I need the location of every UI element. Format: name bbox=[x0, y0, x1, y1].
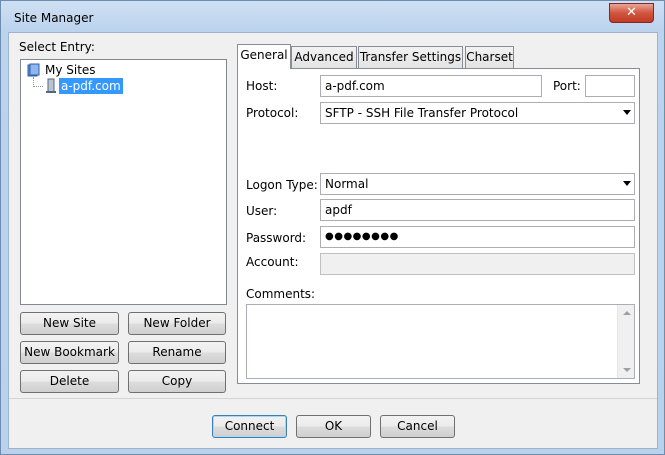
server-icon bbox=[46, 78, 56, 93]
port-label: Port: bbox=[553, 79, 581, 93]
divider bbox=[246, 159, 635, 160]
connect-button[interactable]: Connect bbox=[212, 415, 287, 438]
folder-icon bbox=[27, 63, 40, 77]
rename-button[interactable]: Rename bbox=[128, 341, 226, 364]
host-input[interactable]: a-pdf.com bbox=[320, 75, 542, 97]
copy-button[interactable]: Copy bbox=[128, 370, 226, 393]
tab-transfer-settings[interactable]: Transfer Settings bbox=[358, 46, 463, 68]
tab-charset[interactable]: Charset bbox=[465, 46, 514, 68]
window-title: Site Manager bbox=[14, 11, 94, 25]
user-input[interactable]: apdf bbox=[320, 199, 635, 221]
cancel-button[interactable]: Cancel bbox=[380, 415, 455, 438]
tree-line bbox=[33, 86, 43, 87]
tree-root-my-sites[interactable]: My Sites bbox=[45, 62, 96, 78]
user-label: User: bbox=[246, 204, 278, 218]
new-bookmark-button[interactable]: New Bookmark bbox=[20, 341, 119, 364]
tab-general[interactable]: General bbox=[237, 44, 291, 69]
account-label: Account: bbox=[246, 255, 299, 269]
tab-advanced[interactable]: Advanced bbox=[291, 46, 357, 68]
account-input bbox=[320, 253, 635, 275]
delete-button[interactable]: Delete bbox=[20, 370, 119, 393]
tree-item-a-pdf[interactable]: a-pdf.com bbox=[59, 78, 123, 94]
protocol-select[interactable]: SFTP - SSH File Transfer Protocol bbox=[320, 102, 635, 124]
password-label: Password: bbox=[246, 231, 307, 245]
chevron-down-icon bbox=[623, 110, 631, 115]
scroll-down-icon[interactable] bbox=[623, 368, 631, 372]
site-manager-window: Site Manager ✕ Select Entry: My Sites a-… bbox=[0, 0, 665, 455]
general-tab-panel: Host: a-pdf.com Port: Protocol: SFTP - S… bbox=[237, 68, 640, 384]
comments-scrollbar[interactable] bbox=[617, 305, 634, 378]
port-input[interactable] bbox=[585, 75, 635, 97]
footer-divider bbox=[9, 398, 657, 399]
comments-textarea[interactable] bbox=[246, 304, 635, 379]
ok-button[interactable]: OK bbox=[296, 415, 371, 438]
host-label: Host: bbox=[246, 79, 278, 93]
chevron-down-icon bbox=[623, 181, 631, 186]
logon-type-select[interactable]: Normal bbox=[320, 173, 635, 195]
new-folder-button[interactable]: New Folder bbox=[128, 312, 226, 335]
new-site-button[interactable]: New Site bbox=[20, 312, 119, 335]
protocol-label: Protocol: bbox=[246, 106, 299, 120]
protocol-select-value: SFTP - SSH File Transfer Protocol bbox=[325, 106, 519, 120]
close-icon: ✕ bbox=[626, 5, 637, 20]
scroll-up-icon[interactable] bbox=[623, 311, 631, 315]
logon-type-label: Logon Type: bbox=[246, 178, 318, 192]
comments-label: Comments: bbox=[246, 287, 316, 301]
close-button[interactable]: ✕ bbox=[609, 3, 654, 23]
site-tree[interactable]: My Sites a-pdf.com bbox=[20, 59, 227, 305]
select-entry-label: Select Entry: bbox=[19, 40, 95, 54]
password-input[interactable]: ●●●●●●●● bbox=[320, 226, 635, 248]
logon-type-select-value: Normal bbox=[325, 177, 369, 191]
dialog-client-area: Select Entry: My Sites a-pdf.com New Sit… bbox=[8, 32, 658, 449]
